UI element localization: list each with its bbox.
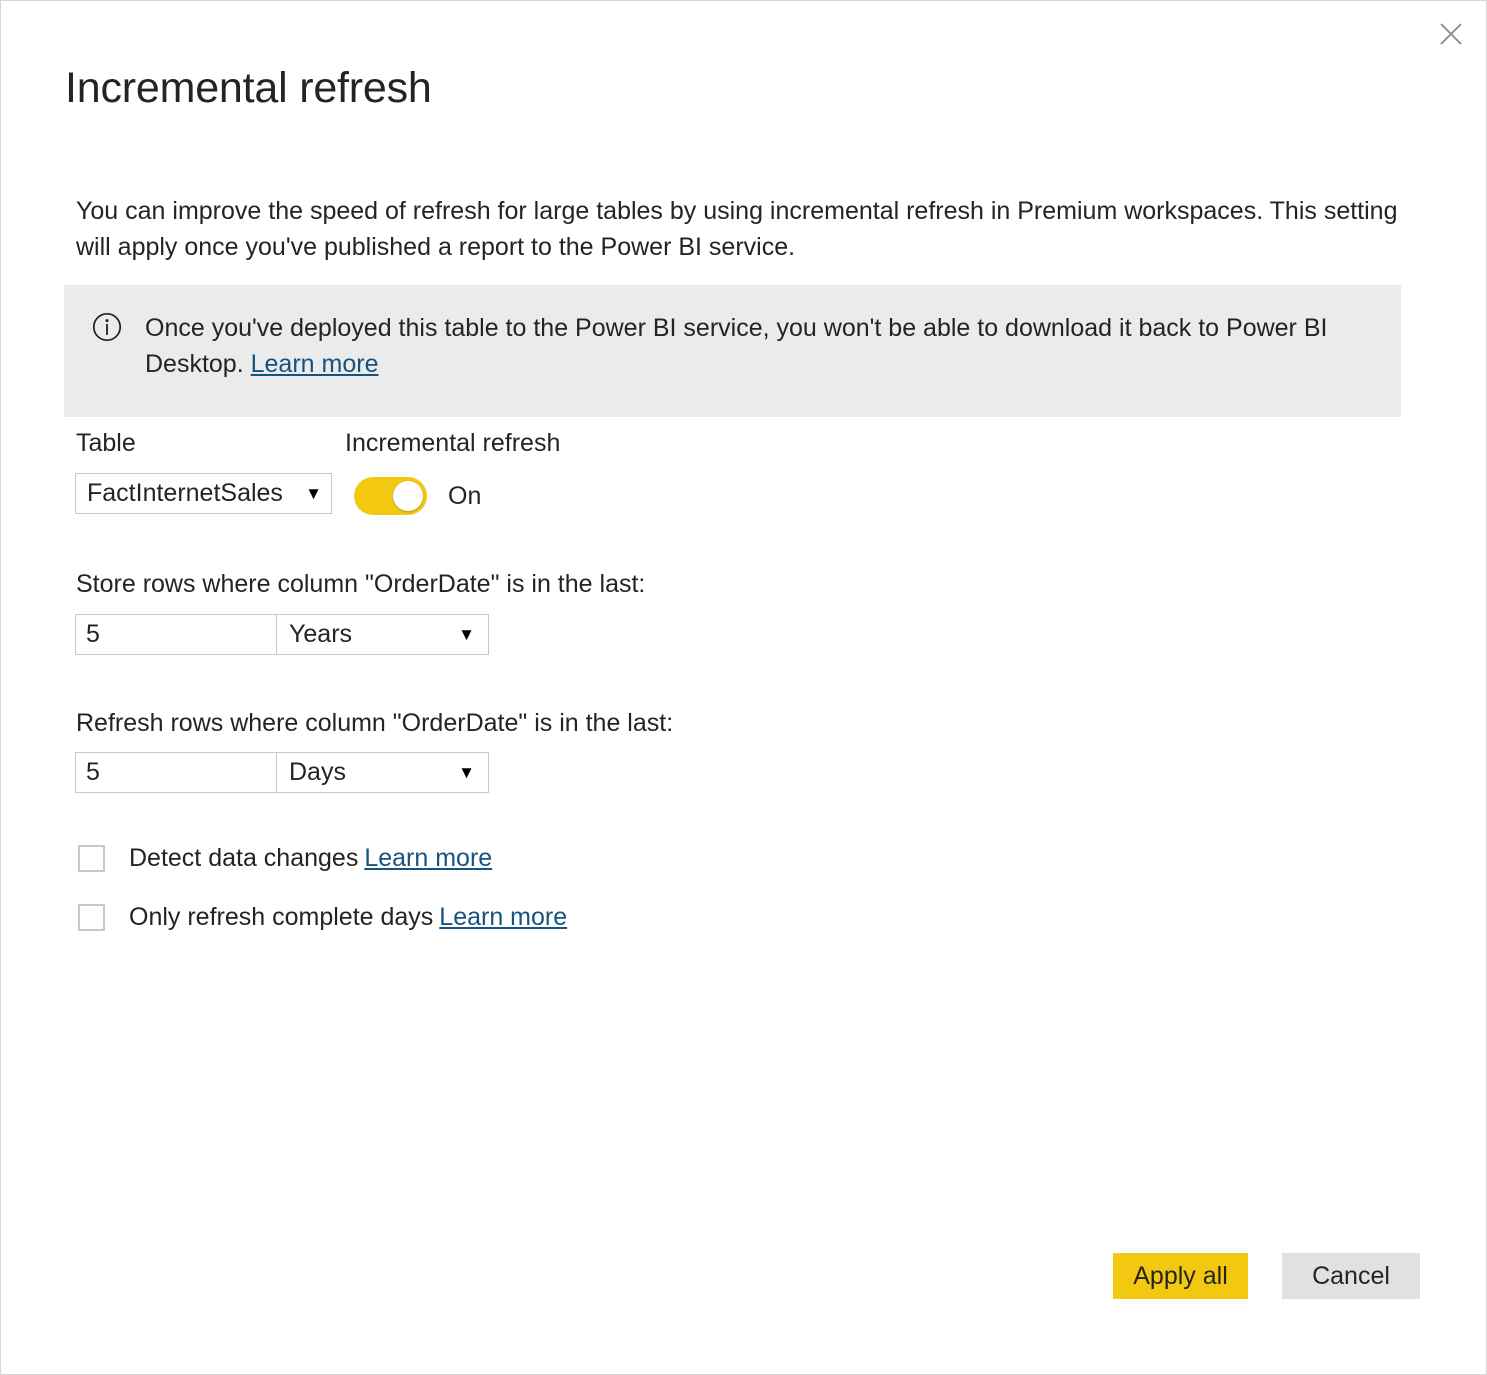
incremental-refresh-toggle-group: On [354,477,481,515]
refresh-rows-controls: Days ▼ [75,752,489,793]
only-refresh-complete-days-text: Only refresh complete days [129,903,434,931]
page-title: Incremental refresh [65,64,432,112]
table-select[interactable]: FactInternetSales ▼ [75,473,332,514]
incremental-refresh-dialog: Incremental refresh You can improve the … [0,0,1487,1375]
cancel-button[interactable]: Cancel [1282,1253,1420,1299]
detect-data-changes-row[interactable]: Detect data changes Learn more [78,844,492,873]
refresh-rows-label: Refresh rows where column "OrderDate" is… [76,709,674,737]
info-banner-text: Once you've deployed this table to the P… [145,310,1385,382]
incremental-refresh-label: Incremental refresh [345,429,561,457]
chevron-down-icon: ▼ [458,625,475,644]
refresh-rows-unit-value: Days [289,758,346,786]
close-icon [1438,21,1464,47]
detect-data-changes-label: Detect data changes Learn more [129,844,492,873]
info-banner-learn-more-link[interactable]: Learn more [251,350,379,378]
refresh-rows-unit-select[interactable]: Days ▼ [277,752,489,793]
incremental-refresh-toggle[interactable] [354,477,427,515]
toggle-knob [393,481,423,511]
chevron-down-icon: ▼ [458,763,475,782]
info-icon [91,311,123,343]
intro-description: You can improve the speed of refresh for… [76,197,1398,261]
incremental-refresh-toggle-state: On [448,481,482,510]
table-select-value: FactInternetSales [87,479,283,507]
apply-all-button[interactable]: Apply all [1113,1253,1248,1299]
store-rows-controls: Years ▼ [75,614,489,655]
store-rows-label: Store rows where column "OrderDate" is i… [76,570,646,598]
store-rows-unit-value: Years [289,620,353,648]
only-refresh-complete-days-checkbox[interactable] [78,904,105,931]
table-field-label: Table [76,429,136,457]
close-button[interactable] [1424,7,1478,61]
store-rows-unit-select[interactable]: Years ▼ [277,614,489,655]
refresh-rows-value-input[interactable] [75,752,277,793]
detect-data-changes-checkbox[interactable] [78,845,105,872]
only-refresh-complete-days-label: Only refresh complete days Learn more [129,903,567,932]
detect-data-changes-text: Detect data changes [129,844,359,872]
detect-data-changes-learn-more-link[interactable]: Learn more [364,844,492,872]
chevron-down-icon: ▼ [305,484,322,503]
only-refresh-complete-days-row[interactable]: Only refresh complete days Learn more [78,903,567,932]
info-banner: Once you've deployed this table to the P… [64,285,1401,417]
only-refresh-complete-days-learn-more-link[interactable]: Learn more [439,903,567,931]
store-rows-value-input[interactable] [75,614,277,655]
